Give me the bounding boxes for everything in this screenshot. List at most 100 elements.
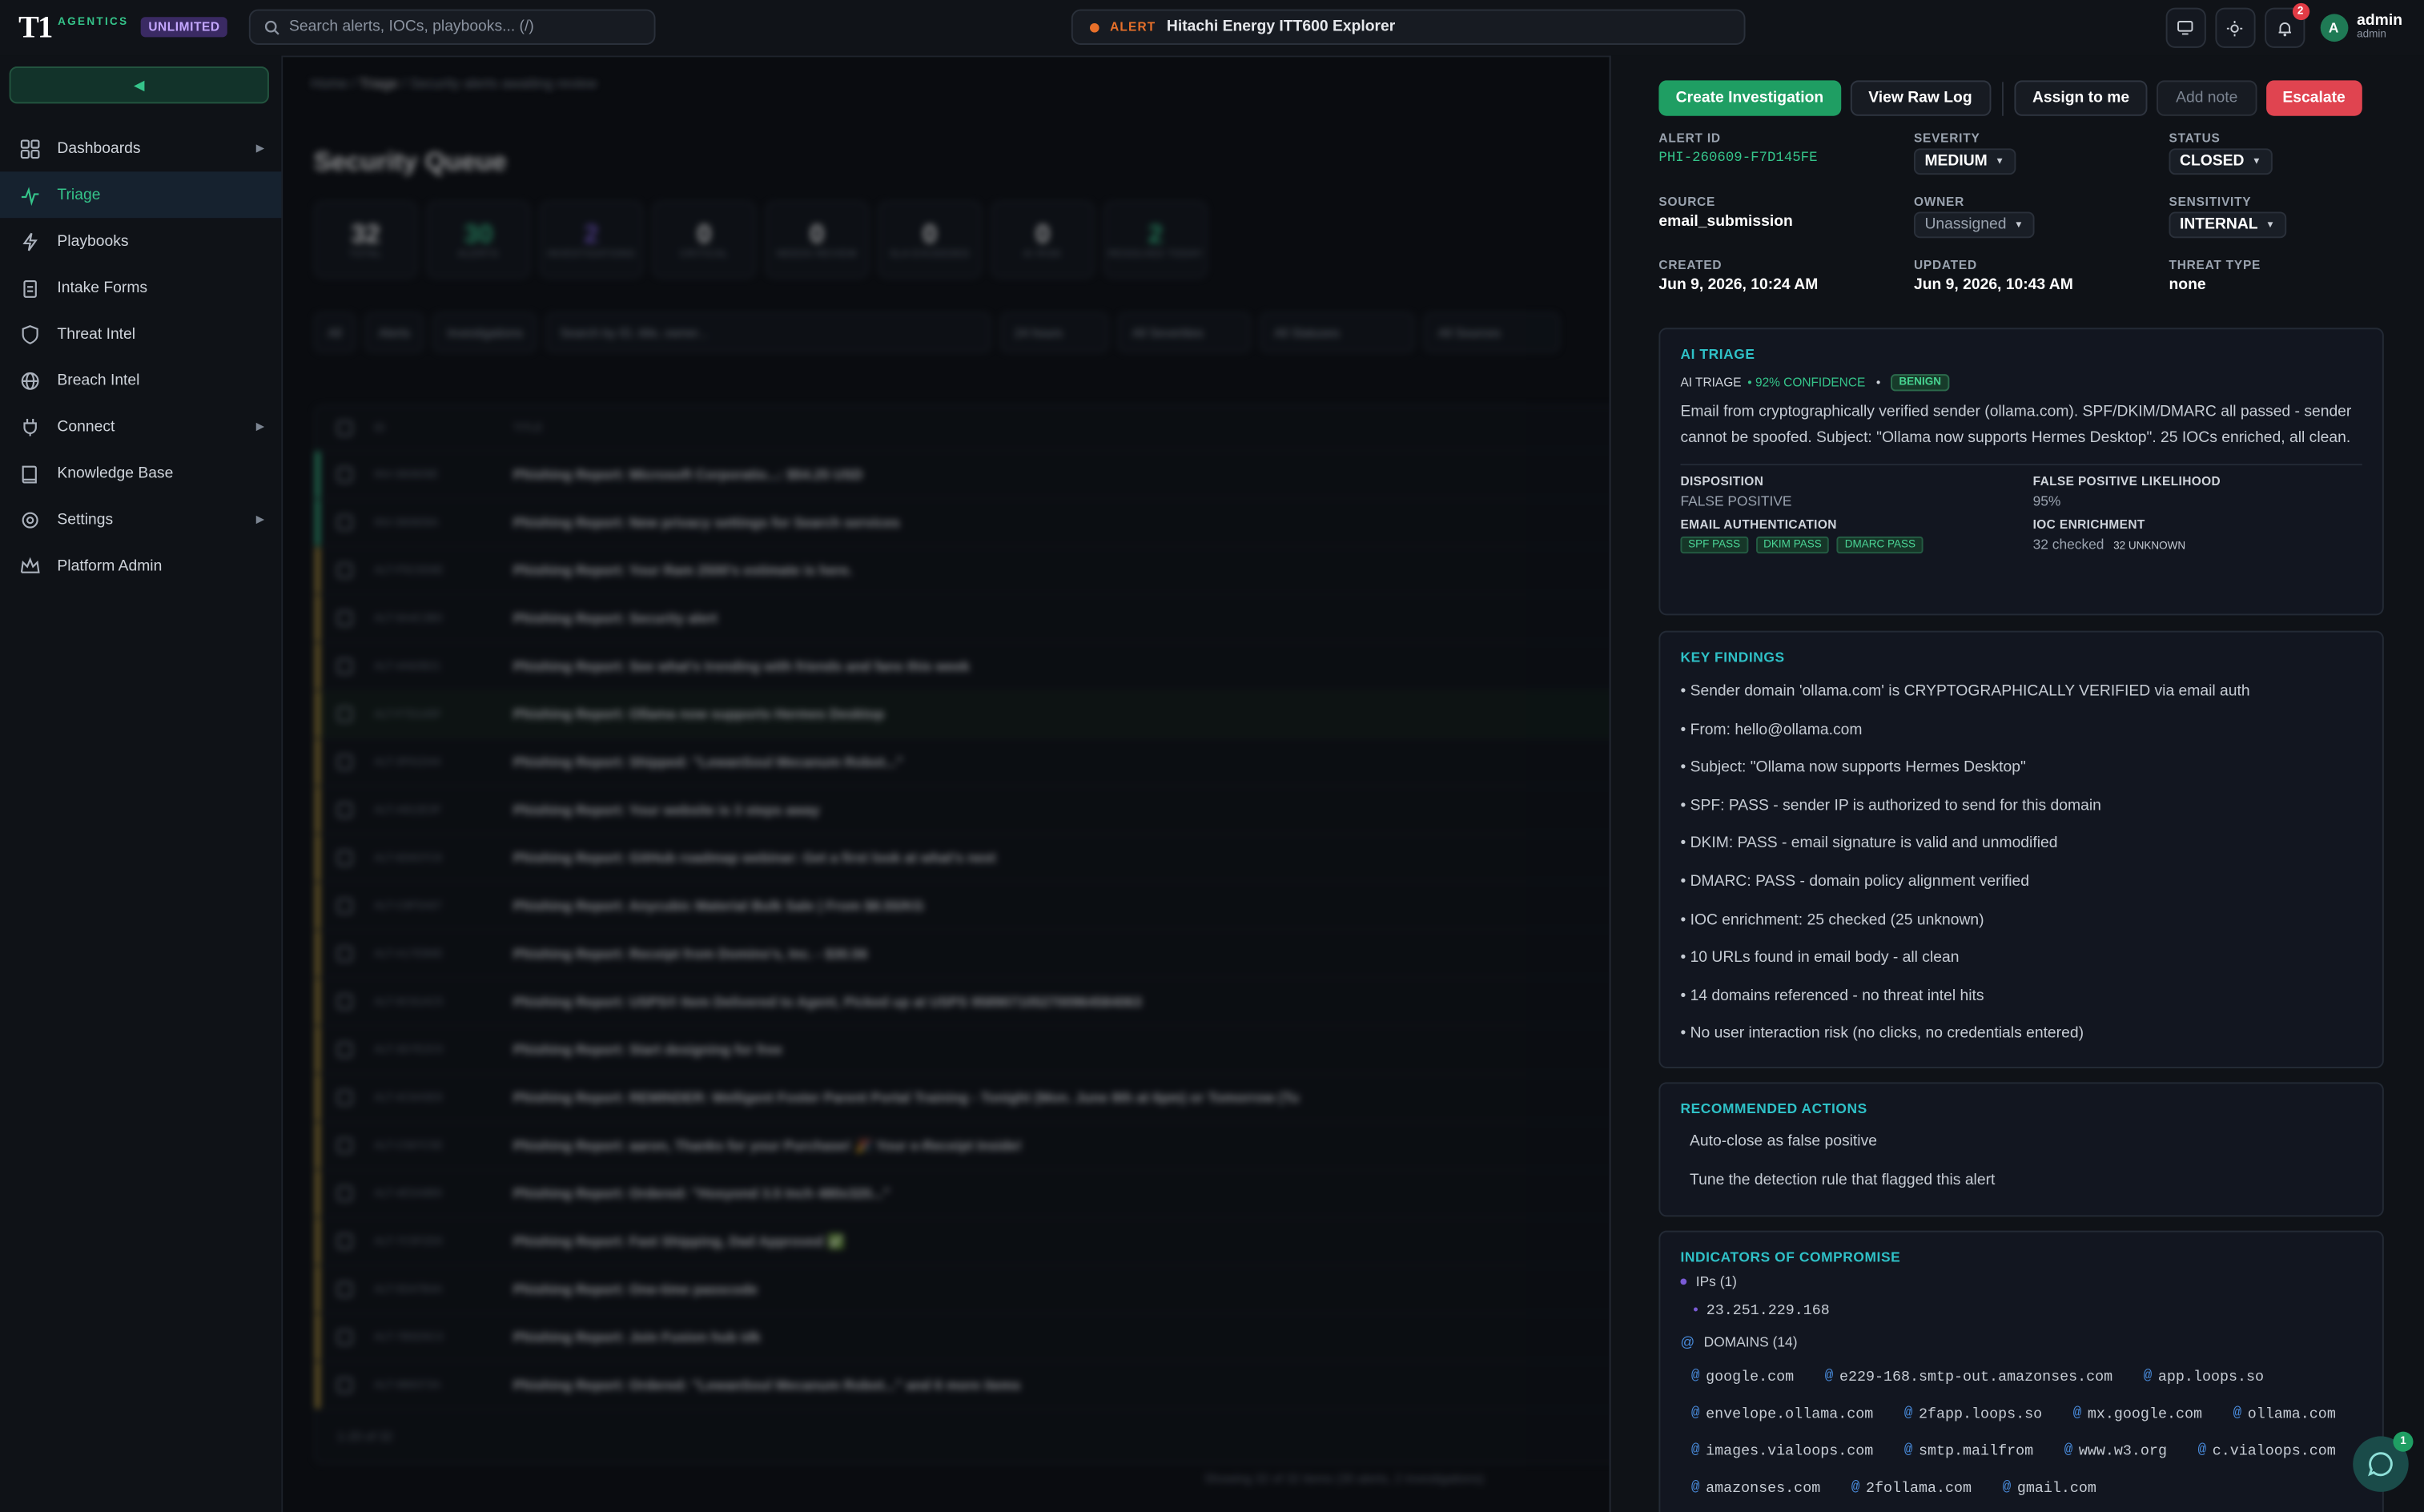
stat-card[interactable]: 0 CRITICAL xyxy=(652,200,757,279)
table-row[interactable]: ALT-9A4C3B0 Phishing Report: Security ale… xyxy=(315,595,1610,644)
sidebar-item-intake-forms[interactable]: Intake Forms xyxy=(0,264,281,311)
add-note-button[interactable]: Add note xyxy=(2157,80,2257,116)
sidebar-item-threat-intel[interactable]: Threat Intel xyxy=(0,311,281,357)
active-alert-pill[interactable]: ALERT Hitachi Energy ITT600 Explorer xyxy=(1071,9,1746,45)
view-raw-log-button[interactable]: View Raw Log xyxy=(1850,80,1991,116)
select-all-checkbox[interactable] xyxy=(336,420,353,436)
row-checkbox[interactable] xyxy=(336,514,353,531)
sidebar-item-breach-intel[interactable]: Breach Intel xyxy=(0,357,281,404)
table-row[interactable]: ALT-A812E3F Phishing Report: Your website… xyxy=(315,786,1610,835)
ioc-domain-item[interactable]: @ gmail.com xyxy=(2003,1474,2096,1502)
ioc-domain-item[interactable]: @ smtp.mailfrom xyxy=(1904,1436,2033,1464)
breadcrumb-triage[interactable]: Triage xyxy=(360,76,399,91)
stat-card[interactable]: 0 NEEDS REVIEW xyxy=(765,200,869,279)
row-checkbox[interactable] xyxy=(336,706,353,722)
sidebar-item-settings[interactable]: Settings ▶ xyxy=(0,497,281,543)
table-row[interactable]: ALT-3F61D44 Phishing Report: Shipped: "Le… xyxy=(315,738,1610,787)
user-menu[interactable]: A admin admin xyxy=(2319,13,2402,42)
ioc-domain-item[interactable]: @ images.vialoops.com xyxy=(1691,1436,1873,1464)
table-row[interactable]: ALT-4C6A5E8 Phishing Report: REMINDER: We… xyxy=(315,1074,1610,1123)
tab-investigations[interactable]: Investigations xyxy=(433,312,537,353)
row-checkbox[interactable] xyxy=(336,1329,353,1345)
table-row[interactable]: ALT-9C91AC5 Phishing Report: USPS® Item D… xyxy=(315,979,1610,1027)
alert-id-value[interactable]: PHI-260609-F7D145FE xyxy=(1658,150,1914,165)
sensitivity-dropdown[interactable]: INTERNAL ▼ xyxy=(2169,211,2286,239)
queue-search-input[interactable]: Search by ID, title, owner... xyxy=(545,312,991,353)
ioc-domain-item[interactable]: @ c.vialoops.com xyxy=(2198,1436,2336,1464)
sidebar-item-knowledge-base[interactable]: Knowledge Base xyxy=(0,450,281,497)
row-checkbox[interactable] xyxy=(336,1233,353,1249)
global-search[interactable]: Search alerts, IOCs, playbooks... (/) xyxy=(248,9,656,45)
table-row[interactable]: ALT-3D7E2C0 Phishing Report: Start design… xyxy=(315,1026,1610,1075)
table-row[interactable]: ALT-4E5A8B9 Phishing Report: Ordered: "Ho… xyxy=(315,1170,1610,1219)
stat-card[interactable]: 0 SLA EXCEEDED xyxy=(878,200,982,279)
status-dropdown[interactable]: CLOSED ▼ xyxy=(2169,148,2273,175)
column-title[interactable]: TITLE xyxy=(513,423,653,434)
stat-card[interactable]: 32 TOTAL xyxy=(313,200,418,279)
assign-to-me-button[interactable]: Assign to me xyxy=(2013,80,2149,116)
owner-dropdown[interactable]: Unassigned ▼ xyxy=(1913,211,2035,239)
tab-all[interactable]: All xyxy=(313,312,356,353)
app-logo[interactable]: T1 AGENTICS xyxy=(18,10,128,45)
ioc-domain-item[interactable]: @ e229-168.smtp-out.amazonses.com xyxy=(1825,1362,2112,1390)
table-row[interactable]: ALT-F5C0D6E Phishing Report: Your Ram 250… xyxy=(315,547,1610,596)
table-row[interactable]: ALT-4A62B21 Phishing Report: See what's t… xyxy=(315,643,1610,691)
breadcrumb-home[interactable]: Home xyxy=(311,76,348,91)
row-checkbox[interactable] xyxy=(336,1377,353,1393)
row-checkbox[interactable] xyxy=(336,754,353,770)
table-row[interactable]: INV-360609A Phishing Report: New privacy … xyxy=(315,499,1610,548)
row-checkbox[interactable] xyxy=(336,1042,353,1058)
ioc-domain-item[interactable]: @ mx.google.com xyxy=(2073,1399,2202,1427)
table-row[interactable]: ALT-7B5D5C3 Phishing Report: Join Fusion … xyxy=(315,1313,1610,1362)
notifications-button[interactable]: 2 xyxy=(2264,2,2309,48)
table-row[interactable]: ALT-F7D145F Phishing Report: Ollama now s… xyxy=(315,690,1610,739)
ips-header[interactable]: IPs (1) xyxy=(1680,1274,2362,1289)
row-checkbox[interactable] xyxy=(336,1137,353,1154)
stat-card[interactable]: 2 RESOLVED TODAY xyxy=(1103,200,1208,279)
theme-toggle-button[interactable] xyxy=(2214,7,2255,48)
stat-card[interactable]: 2 INVESTIGATIONS xyxy=(539,200,644,279)
tab-alerts[interactable]: Alerts xyxy=(364,312,424,353)
sidebar-item-triage[interactable]: Triage xyxy=(0,171,282,219)
status-select[interactable]: All Statuses xyxy=(1260,312,1415,353)
severity-select[interactable]: All Severities xyxy=(1118,312,1252,353)
ioc-domain-item[interactable]: @2fapp.loops.so xyxy=(1904,1399,2042,1427)
row-checkbox[interactable] xyxy=(336,994,353,1010)
chat-button[interactable]: 1 xyxy=(2353,1431,2414,1492)
ioc-domain-item[interactable]: @ app.loops.so xyxy=(2144,1362,2264,1390)
table-row[interactable]: INV-360609E Phishing Report: Microsoft Co… xyxy=(315,451,1610,500)
ioc-ip-item[interactable]: • 23.251.229.168 xyxy=(1691,1296,1830,1324)
severity-dropdown[interactable]: MEDIUM ▼ xyxy=(1913,148,2016,175)
domains-header[interactable]: @ DOMAINS (14) xyxy=(1680,1334,2362,1349)
row-checkbox[interactable] xyxy=(336,1090,353,1106)
row-checkbox[interactable] xyxy=(336,467,353,483)
recommended-action-item[interactable]: Auto-close as false positive xyxy=(1680,1133,2362,1171)
row-checkbox[interactable] xyxy=(336,1281,353,1297)
row-checkbox[interactable] xyxy=(336,658,353,674)
table-row[interactable]: ALT-9B8373A Phishing Report: Ordered: "Le… xyxy=(315,1361,1610,1410)
sidebar-item-platform-admin[interactable]: Platform Admin xyxy=(0,543,281,589)
row-checkbox[interactable] xyxy=(336,1185,353,1201)
sidebar-item-dashboards[interactable]: Dashboards ▶ xyxy=(0,125,281,171)
recommended-action-item[interactable]: Tune the detection rule that flagged thi… xyxy=(1680,1171,2362,1208)
ioc-domain-item[interactable]: @ amazonses.com xyxy=(1691,1474,1820,1502)
ioc-domain-item[interactable]: @ google.com xyxy=(1691,1362,1794,1390)
table-row[interactable]: ALT-C587C5E Phishing Report: aaron, Thank… xyxy=(315,1122,1610,1171)
row-checkbox[interactable] xyxy=(336,946,353,962)
escalate-button[interactable]: Escalate xyxy=(2265,80,2362,116)
source-select[interactable]: All Sources xyxy=(1424,312,1561,353)
table-row[interactable]: ALT-7C5F2D0 Phishing Report: Fast Shippin… xyxy=(315,1218,1610,1267)
ioc-domain-item[interactable]: @2follama.com xyxy=(1851,1474,1972,1502)
ioc-domain-item[interactable]: @ ollama.com xyxy=(2233,1399,2336,1427)
row-checkbox[interactable] xyxy=(336,802,353,818)
stat-card[interactable]: 30 ALERTS xyxy=(426,200,531,279)
stat-card[interactable]: 0 AI RISK xyxy=(991,200,1095,279)
sidebar-item-playbooks[interactable]: Playbooks xyxy=(0,218,281,264)
table-row[interactable]: ALT-5D47B4A Phishing Report: One-time pas… xyxy=(315,1266,1610,1314)
monitor-button[interactable] xyxy=(2165,7,2205,48)
sidebar-item-connect[interactable]: Connect ▶ xyxy=(0,404,281,450)
table-row[interactable]: ALT-C8F5A67 Phishing Report: Anycubic Mat… xyxy=(315,883,1610,931)
create-investigation-button[interactable]: Create Investigation xyxy=(1658,80,1841,116)
table-row[interactable]: ALT-6D637C8 Phishing Report: GitHub roadm… xyxy=(315,834,1610,883)
table-row[interactable]: ALT-A17EB6E Phishing Report: Receipt from… xyxy=(315,931,1610,979)
